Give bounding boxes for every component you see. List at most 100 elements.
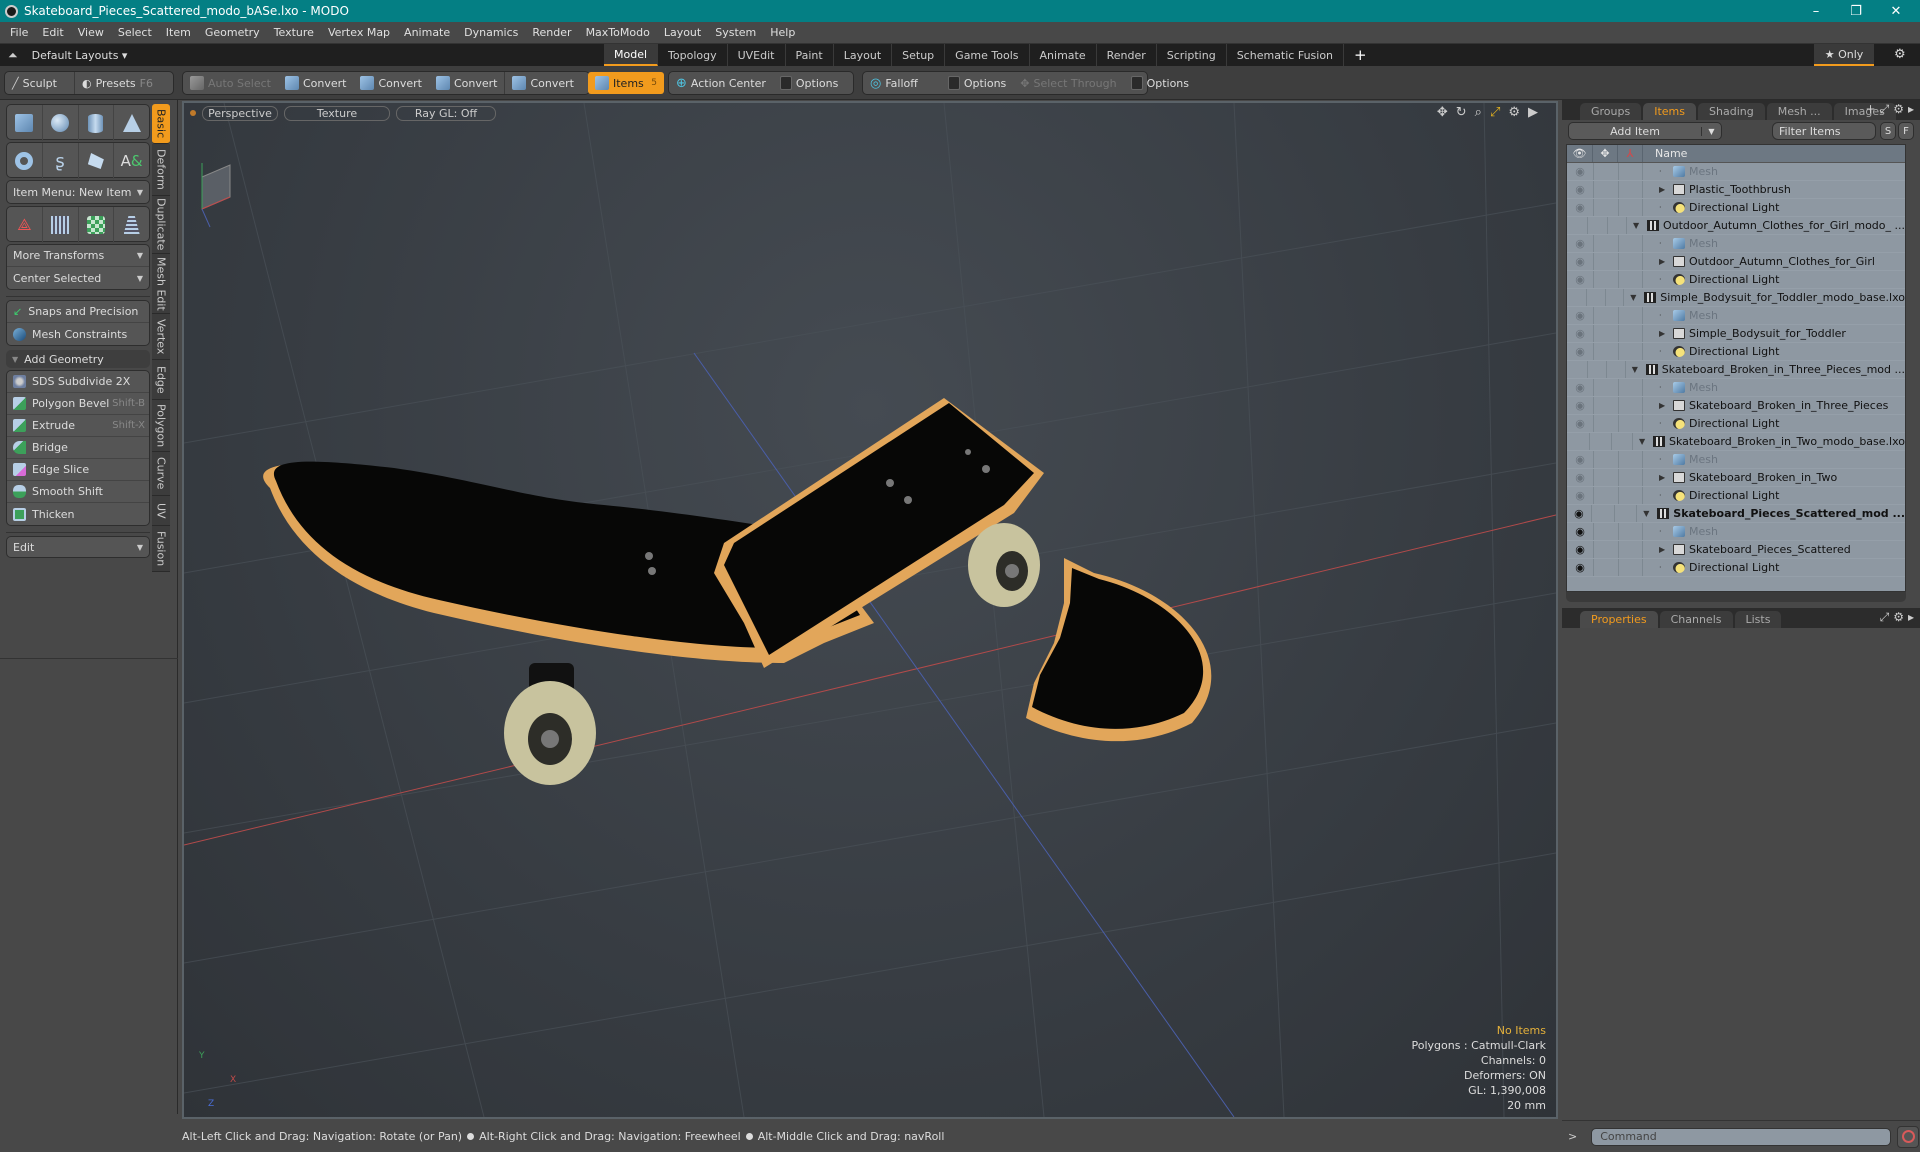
side-tab-uv[interactable]: UV bbox=[152, 496, 170, 526]
tree-cell[interactable] bbox=[1593, 307, 1618, 324]
filter-s-button[interactable]: S bbox=[1880, 122, 1896, 140]
zoom-icon[interactable]: ⌕ bbox=[1475, 105, 1482, 120]
lattice-tool[interactable] bbox=[43, 207, 79, 243]
viewport-gear-icon[interactable]: ⚙ bbox=[1508, 105, 1520, 120]
shading-mode-button[interactable]: Texture bbox=[284, 105, 390, 121]
tree-cell[interactable] bbox=[1586, 361, 1606, 378]
action-center-options-button[interactable]: Options bbox=[773, 72, 845, 94]
pan-icon[interactable]: ✥ bbox=[1437, 105, 1448, 120]
raygl-toggle[interactable]: Ray GL: Off bbox=[396, 105, 496, 121]
tree-cell[interactable] bbox=[1593, 487, 1618, 504]
tree-row-scene[interactable]: ▼ Skateboard_Broken_in_Three_Pieces_mod .… bbox=[1567, 361, 1905, 379]
cube-tool[interactable] bbox=[7, 105, 43, 141]
tree-cell[interactable] bbox=[1607, 217, 1627, 234]
add-tab-icon[interactable]: + bbox=[1866, 102, 1876, 117]
convert-materials-button[interactable]: Convert bbox=[504, 72, 581, 94]
tab-game-tools[interactable]: Game Tools bbox=[945, 44, 1030, 66]
tree-cell[interactable] bbox=[1593, 451, 1618, 468]
tab-channels[interactable]: Channels bbox=[1659, 611, 1733, 628]
lock-column-header[interactable]: ✥ bbox=[1593, 145, 1618, 162]
visibility-eye-icon[interactable]: ◉ bbox=[1567, 237, 1593, 250]
tree-row-group[interactable]: ◉ ▶ Plastic_Toothbrush bbox=[1567, 181, 1905, 199]
uv-checker-tool[interactable] bbox=[79, 207, 115, 243]
collapse-arrow-icon[interactable]: ▼ bbox=[1632, 365, 1642, 374]
maximize-button[interactable]: ❐ bbox=[1838, 0, 1874, 22]
polygon-bevel-button[interactable]: Polygon Bevel Shift-B bbox=[7, 393, 149, 415]
collapse-arrow-icon[interactable]: ▼ bbox=[1643, 509, 1653, 518]
visibility-eye-icon[interactable]: ◉ bbox=[1567, 183, 1593, 196]
rotate-icon[interactable]: ↻ bbox=[1456, 105, 1467, 120]
tree-row-light[interactable]: ◉ · Directional Light bbox=[1567, 415, 1905, 433]
visibility-eye-icon[interactable]: ◉ bbox=[1567, 417, 1593, 430]
tab-setup[interactable]: Setup bbox=[892, 44, 946, 66]
expand-arrow-icon[interactable]: ▶ bbox=[1659, 545, 1669, 554]
tree-cell[interactable] bbox=[1618, 451, 1643, 468]
add-layout-tab-button[interactable]: + bbox=[1344, 44, 1377, 66]
tree-row-mesh[interactable]: ◉ · Mesh bbox=[1567, 307, 1905, 325]
snaps-precision-button[interactable]: ↙ Snaps and Precision bbox=[7, 301, 149, 323]
side-tab-polygon[interactable]: Polygon bbox=[152, 400, 170, 452]
tree-cell[interactable] bbox=[1618, 307, 1643, 324]
visibility-eye-icon[interactable]: ◉ bbox=[1567, 255, 1593, 268]
cone-tool[interactable] bbox=[114, 105, 149, 141]
tab-render[interactable]: Render bbox=[1097, 44, 1157, 66]
menu-texture[interactable]: Texture bbox=[267, 26, 321, 39]
tree-cell[interactable] bbox=[1618, 163, 1643, 180]
tree-row-scene[interactable]: ◉ ▼ Skateboard_Pieces_Scattered_mod ... bbox=[1567, 505, 1905, 523]
command-input[interactable]: Command bbox=[1591, 1127, 1892, 1146]
convert-polygons-button[interactable]: Convert bbox=[429, 72, 505, 94]
menu-layout[interactable]: Layout bbox=[657, 26, 708, 39]
tree-cell[interactable] bbox=[1618, 235, 1643, 252]
menu-dynamics[interactable]: Dynamics bbox=[457, 26, 525, 39]
tree-cell[interactable] bbox=[1618, 271, 1643, 288]
tree-cell[interactable] bbox=[1618, 397, 1643, 414]
menu-geometry[interactable]: Geometry bbox=[198, 26, 267, 39]
more-transforms-dropdown[interactable]: More Transforms ▼ bbox=[7, 245, 149, 267]
sds-subdivide-button[interactable]: SDS Subdivide 2X bbox=[7, 371, 149, 393]
tree-cell[interactable] bbox=[1618, 181, 1643, 198]
collapse-arrow-icon[interactable]: ▼ bbox=[1639, 437, 1649, 446]
tree-cell[interactable] bbox=[1618, 415, 1643, 432]
name-column-header[interactable]: Name bbox=[1643, 147, 1687, 160]
tree-cell[interactable] bbox=[1618, 379, 1643, 396]
3d-viewport[interactable]: Perspective Texture Ray GL: Off ✥ ↻ ⌕ ⤢ … bbox=[182, 101, 1558, 1119]
items-mode-button[interactable]: Items 5 bbox=[588, 72, 664, 94]
record-macro-button[interactable] bbox=[1897, 1125, 1920, 1148]
edit-dropdown[interactable]: Edit ▼ bbox=[6, 536, 150, 558]
visibility-eye-icon[interactable]: ◉ bbox=[1567, 309, 1593, 322]
tree-row-light[interactable]: ◉ · Directional Light bbox=[1567, 487, 1905, 505]
tab-model[interactable]: Model bbox=[604, 44, 659, 66]
tree-cell[interactable] bbox=[1593, 181, 1618, 198]
tab-paint[interactable]: Paint bbox=[786, 44, 834, 66]
tab-topology[interactable]: Topology bbox=[658, 44, 728, 66]
side-tab-duplicate[interactable]: Duplicate bbox=[152, 196, 170, 254]
tree-row-group[interactable]: ◉ ▶ Skateboard_Broken_in_Three_Pieces bbox=[1567, 397, 1905, 415]
expand-arrow-icon[interactable]: ▶ bbox=[1659, 473, 1669, 482]
maximize-panel-icon[interactable]: ⤢ bbox=[1880, 610, 1890, 625]
visibility-eye-icon[interactable]: ◉ bbox=[1567, 525, 1593, 538]
panel-menu-arrow-icon[interactable]: ▸ bbox=[1908, 102, 1914, 117]
tab-uvedit[interactable]: UVEdit bbox=[728, 44, 786, 66]
menu-file[interactable]: File bbox=[0, 26, 35, 39]
filter-items-input[interactable]: Filter Items bbox=[1772, 122, 1876, 140]
tree-cell[interactable] bbox=[1593, 163, 1618, 180]
expand-arrow-icon[interactable]: ▶ bbox=[1659, 185, 1669, 194]
add-item-button[interactable]: Add Item ▼ bbox=[1568, 122, 1722, 140]
tree-cell[interactable] bbox=[1593, 397, 1618, 414]
select-through-button[interactable]: ✥ Select Through bbox=[1013, 72, 1123, 94]
tree-row-light[interactable]: ◉ · Directional Light bbox=[1567, 559, 1905, 577]
filter-f-button[interactable]: F bbox=[1898, 122, 1914, 140]
tree-row-scene[interactable]: ▼ Skateboard_Broken_in_Two_modo_base.lxo bbox=[1567, 433, 1905, 451]
tree-cell[interactable] bbox=[1593, 253, 1618, 270]
tab-items[interactable]: Items bbox=[1643, 103, 1697, 120]
gear-icon[interactable]: ⚙ bbox=[1894, 47, 1906, 62]
menu-vertex-map[interactable]: Vertex Map bbox=[321, 26, 397, 39]
torus-tool[interactable] bbox=[7, 143, 43, 179]
tree-cell[interactable] bbox=[1593, 541, 1618, 558]
tree-cell[interactable] bbox=[1614, 505, 1638, 522]
tree-cell[interactable] bbox=[1593, 325, 1618, 342]
side-tab-vertex[interactable]: Vertex bbox=[152, 314, 170, 360]
tree-row-group[interactable]: ◉ ▶ Simple_Bodysuit_for_Toddler bbox=[1567, 325, 1905, 343]
convert-vertices-button[interactable]: Convert bbox=[278, 72, 354, 94]
menu-help[interactable]: Help bbox=[763, 26, 802, 39]
